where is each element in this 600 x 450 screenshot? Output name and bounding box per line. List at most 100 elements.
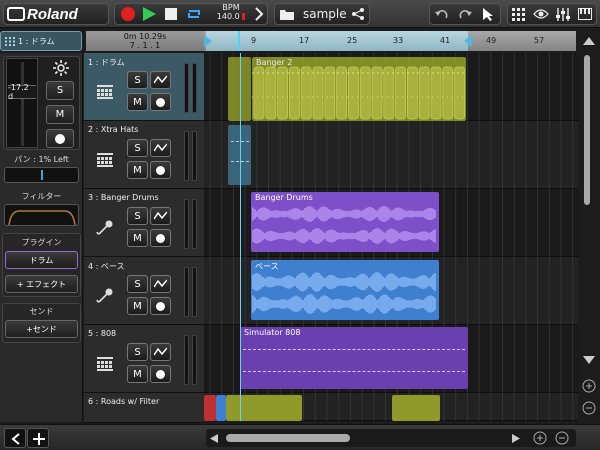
track-header[interactable]: 3 : Banger Drums S M	[84, 189, 204, 257]
clip-bass[interactable]: ベース	[251, 260, 439, 320]
track-record-arm-button[interactable]	[150, 161, 171, 179]
playhead-marker[interactable]	[238, 31, 240, 51]
bpm-display[interactable]: BPM 140.0	[210, 3, 252, 23]
automation-curve-icon	[154, 279, 167, 288]
plugin-label: プラグイン	[21, 238, 62, 247]
eye-icon[interactable]	[532, 8, 549, 20]
automation-button[interactable]	[150, 71, 171, 89]
grid-view-icon[interactable]	[511, 7, 525, 21]
volume-fader[interactable]: -17.2 d	[6, 58, 38, 148]
scroll-up-icon[interactable]	[583, 37, 595, 45]
time-seconds: 0m 10.29s	[123, 32, 167, 41]
scroll-down-icon[interactable]	[583, 356, 595, 364]
add-effect-button[interactable]: + エフェクト	[5, 275, 78, 293]
filter-label: フィルター	[21, 192, 62, 201]
track-solo-button[interactable]: S	[127, 343, 148, 361]
record-button[interactable]	[121, 7, 135, 21]
pan-slider[interactable]	[4, 167, 79, 183]
track-solo-button[interactable]: S	[127, 139, 148, 157]
redo-icon[interactable]	[458, 7, 472, 21]
keyboard-view-icon[interactable]	[578, 8, 593, 20]
track-header[interactable]: 5 : 808 S M	[84, 325, 204, 393]
bar-mark: 25	[347, 36, 358, 45]
time-display[interactable]: 0m 10.29s 7 . 1 . 1	[86, 31, 204, 51]
loop-end-marker[interactable]	[464, 35, 472, 47]
track-mute-button[interactable]: M	[127, 93, 148, 111]
undo-icon[interactable]	[434, 7, 449, 21]
track-solo-button[interactable]: S	[127, 71, 148, 89]
forward-chevron-icon[interactable]	[254, 7, 264, 21]
inspector-record-arm-button[interactable]	[46, 129, 74, 148]
clip-simulator-808[interactable]: Simulator 808	[240, 327, 468, 389]
clip-banger-drums[interactable]: Banger Drums	[251, 192, 439, 252]
track-list-icon	[5, 36, 15, 46]
track-mute-button[interactable]: M	[127, 229, 148, 247]
track-record-arm-button[interactable]	[150, 297, 171, 315]
horizontal-scroll[interactable]	[206, 429, 576, 447]
audio-waveform	[252, 206, 436, 244]
track-solo-button[interactable]: S	[127, 207, 148, 225]
track-header[interactable]: 6 : Roads w/ Filter	[84, 393, 204, 423]
vertical-scrollbar[interactable]	[578, 31, 600, 421]
fader-track	[21, 62, 24, 146]
automation-button[interactable]	[150, 139, 171, 157]
share-icon[interactable]	[352, 8, 364, 20]
arrangement-timeline[interactable]: Banger 2 Banger Drums ベース Simulator 808	[204, 53, 578, 421]
song-selector[interactable]: sample	[274, 3, 370, 25]
mixer-icon[interactable]	[556, 7, 571, 21]
fader-cap[interactable]: -17.2 d	[8, 83, 36, 101]
add-track-button[interactable]	[27, 428, 49, 448]
zoom-out-horizontal-icon[interactable]	[555, 431, 569, 445]
track-header[interactable]: 2 : Xtra Hats S M	[84, 121, 204, 189]
play-button[interactable]	[142, 7, 156, 21]
inspector-solo-button[interactable]: S	[46, 81, 74, 100]
track-header[interactable]: 4 : ベース S M	[84, 257, 204, 325]
loop-start-marker[interactable]	[204, 35, 212, 47]
drum-grid-icon	[96, 151, 114, 169]
loop-region[interactable]	[206, 31, 468, 51]
zoom-in-vertical-icon[interactable]	[582, 379, 596, 393]
track-header[interactable]: 1 : ドラム S M	[84, 53, 204, 121]
track-record-arm-button[interactable]	[150, 93, 171, 111]
filter-display[interactable]	[4, 204, 79, 226]
clip-roads-b[interactable]	[226, 395, 302, 421]
plugin-drum-button[interactable]: ドラム	[5, 251, 78, 269]
scroll-right-icon[interactable]	[512, 434, 520, 443]
send-label: センド	[29, 307, 54, 316]
settings-gear-icon[interactable]	[53, 60, 69, 76]
track-inspector: -17.2 d S M パン : 1% Left フィルター プラグイン ドラム…	[0, 53, 83, 422]
add-send-button[interactable]: +センド	[5, 320, 78, 338]
scroll-left-icon[interactable]	[210, 434, 218, 443]
clip-roads-start[interactable]	[204, 395, 216, 421]
logo-text: Roland	[27, 5, 78, 23]
clip-roads-c[interactable]	[392, 395, 440, 421]
app-logo[interactable]: Roland	[3, 3, 109, 25]
track-record-arm-button[interactable]	[150, 365, 171, 383]
track-record-arm-button[interactable]	[150, 229, 171, 247]
record-arm-icon	[55, 133, 65, 144]
zoom-out-vertical-icon[interactable]	[582, 401, 596, 415]
track-mute-button[interactable]: M	[127, 161, 148, 179]
bpm-value: 140.0	[210, 12, 252, 21]
stop-button[interactable]	[165, 8, 177, 20]
loop-icon[interactable]	[186, 7, 202, 21]
back-button[interactable]	[4, 428, 26, 448]
track-mute-button[interactable]: M	[127, 297, 148, 315]
track-solo-button[interactable]: S	[127, 275, 148, 293]
timeline-ruler[interactable]: 9 17 25 33 41 49 57	[204, 31, 576, 51]
zoom-in-horizontal-icon[interactable]	[533, 431, 547, 445]
selected-track-label[interactable]: 1 : ドラム	[0, 31, 82, 51]
track-lane[interactable]	[204, 121, 578, 189]
scroll-thumb[interactable]	[584, 55, 590, 205]
bar-mark: 17	[299, 36, 310, 45]
note-line	[243, 349, 465, 350]
pointer-tool-icon[interactable]	[481, 7, 495, 21]
track-mute-button[interactable]: M	[127, 365, 148, 383]
clip-banger-2[interactable]: Banger 2	[252, 57, 466, 121]
automation-button[interactable]	[150, 343, 171, 361]
clip-roads-a[interactable]	[216, 395, 226, 421]
hscroll-thumb[interactable]	[226, 434, 350, 442]
automation-button[interactable]	[150, 275, 171, 293]
automation-button[interactable]	[150, 207, 171, 225]
inspector-mute-button[interactable]: M	[46, 105, 74, 124]
